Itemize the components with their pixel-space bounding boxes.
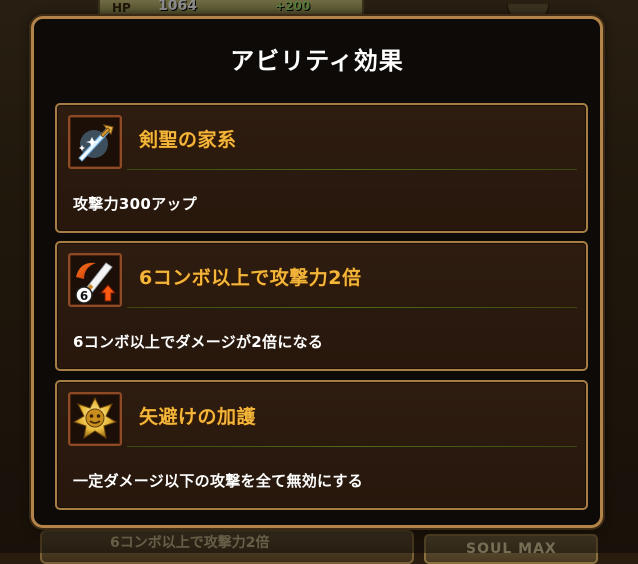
ability-effect-dialog: アビリティ効果 剣聖の家系 攻撃力300アップ 6 6コンボ以上で攻撃力2倍 6… xyxy=(31,16,603,528)
ability-description: 6コンボ以上でダメージが2倍になる xyxy=(73,333,324,351)
ability-card: 剣聖の家系 攻撃力300アップ xyxy=(55,103,588,233)
sword-sparkle-icon xyxy=(68,115,122,169)
svg-text:6: 6 xyxy=(80,289,88,303)
ability-description: 一定ダメージ以下の攻撃を全て無効にする xyxy=(73,472,364,490)
ability-card: 矢避けの加護 一定ダメージ以下の攻撃を全て無効にする xyxy=(55,380,588,510)
ability-name: 矢避けの加護 xyxy=(139,406,257,428)
ability-description: 攻撃力300アップ xyxy=(73,195,198,213)
dialog-title: アビリティ効果 xyxy=(230,47,404,75)
golden-shield-emblem-icon xyxy=(68,392,122,446)
six-combo-attack-up-icon: 6 xyxy=(68,253,122,307)
ability-name: 剣聖の家系 xyxy=(139,129,237,151)
ability-name: 6コンボ以上で攻撃力2倍 xyxy=(139,267,362,289)
card-divider xyxy=(127,169,577,170)
ability-card: 6 6コンボ以上で攻撃力2倍 6コンボ以上でダメージが2倍になる xyxy=(55,241,588,371)
card-divider xyxy=(127,446,577,447)
card-divider xyxy=(127,307,577,308)
